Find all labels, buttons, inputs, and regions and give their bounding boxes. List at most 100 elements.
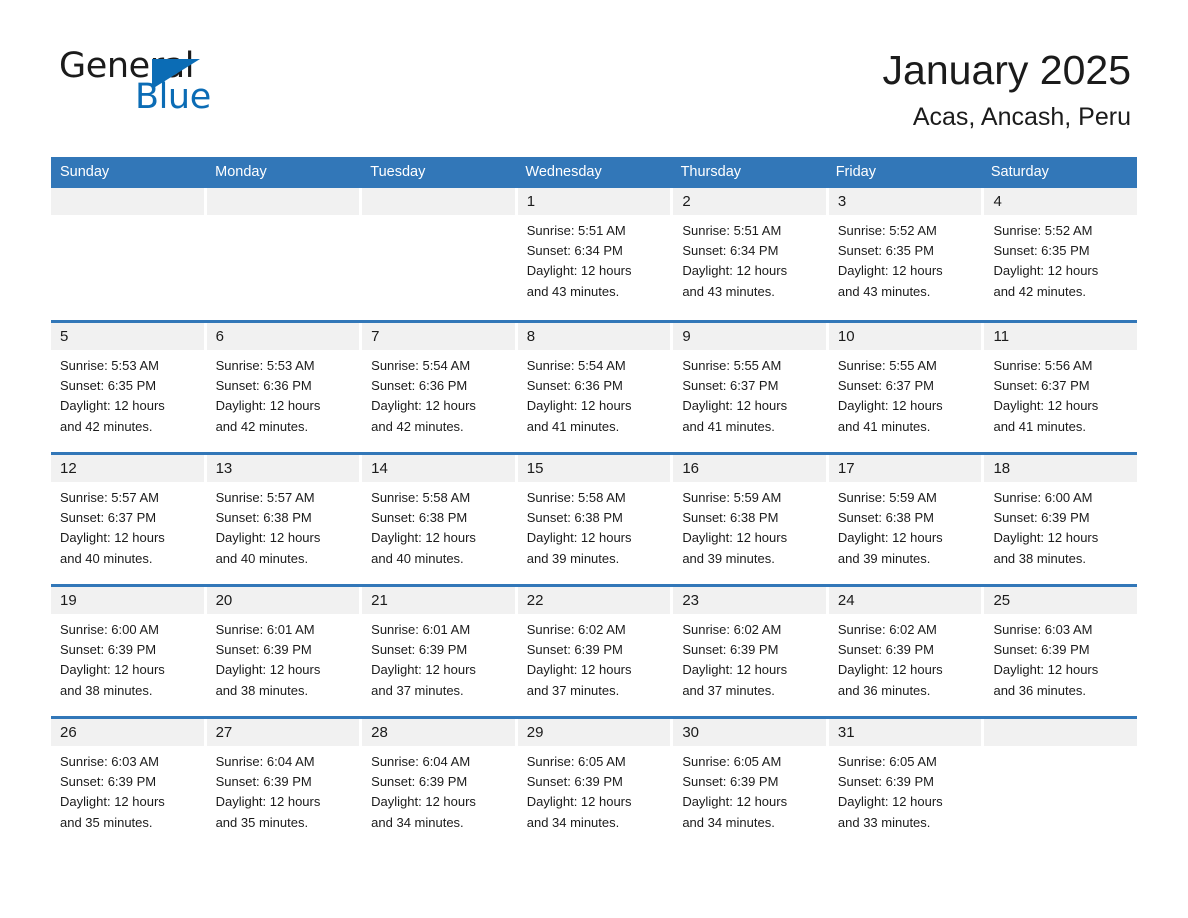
calendar-day-cell[interactable]: 29 Sunrise: 6:05 AM Sunset: 6:39 PM Dayligh… (517, 719, 674, 848)
sunrise-text: Sunrise: 6:05 AM (526, 754, 626, 769)
calendar-day-cell[interactable]: 20 Sunrise: 6:01 AM Sunset: 6:39 PM Dayligh… (206, 587, 363, 716)
weekday-header-saturday: Saturday (990, 164, 1049, 180)
calendar-day-cell[interactable]: 14 Sunrise: 5:58 AM Sunset: 6:38 PM Dayligh… (362, 455, 518, 584)
calendar-day-cell[interactable]: 28 Sunrise: 6:04 AM Sunset: 6:39 PM Dayligh… (362, 719, 518, 848)
day-details: Sunrise: 5:54 AM Sunset: 6:36 PM Daylight:… (362, 350, 515, 437)
sunset-text: Sunset: 6:39 PM (837, 774, 935, 790)
calendar-day-cell[interactable]: 11 Sunrise: 5:56 AM Sunset: 6:37 PM Dayligh… (984, 323, 1138, 452)
calendar-day-cell[interactable]: 31 Sunrise: 6:05 AM Sunset: 6:39 PM Dayligh… (828, 719, 985, 848)
daylight-text-line2: and 37 minutes. (371, 682, 464, 698)
calendar-day-cell[interactable]: 13 Sunrise: 5:57 AM Sunset: 6:38 PM Dayligh… (206, 455, 363, 584)
daylight-text-line1: Daylight: 12 hours (60, 794, 165, 810)
calendar-week-row: 19 Sunrise: 6:00 AM Sunset: 6:39 PM Dayligh… (51, 584, 1138, 716)
sunset-text: Sunset: 6:39 PM (371, 774, 468, 790)
sunset-text: Sunset: 6:37 PM (837, 378, 935, 394)
day-number: 7 (362, 323, 515, 350)
calendar-day-cell[interactable]: 6 Sunrise: 5:53 AM Sunset: 6:36 PM Daylight… (206, 323, 363, 452)
day-details: Sunrise: 5:58 AM Sunset: 6:38 PM Daylight:… (362, 482, 515, 569)
calendar-day-cell-empty (362, 188, 518, 320)
calendar-day-cell[interactable]: 9 Sunrise: 5:55 AM Sunset: 6:37 PM Daylight… (673, 323, 829, 452)
daylight-text-line1: Daylight: 12 hours (371, 794, 476, 810)
daylight-text-line1: Daylight: 12 hours (60, 662, 165, 678)
day-details: Sunrise: 6:04 AM Sunset: 6:39 PM Daylight:… (207, 746, 360, 833)
day-number: 27 (206, 719, 360, 746)
daylight-text-line1: Daylight: 12 hours (371, 530, 476, 546)
calendar-day-cell[interactable]: 16 Sunrise: 5:59 AM Sunset: 6:38 PM Dayligh… (673, 455, 829, 584)
calendar-day-cell[interactable]: 7 Sunrise: 5:54 AM Sunset: 6:36 PM Daylight… (362, 323, 518, 452)
sunrise-text: Sunrise: 5:55 AM (682, 358, 782, 373)
daylight-text-line1: Daylight: 12 hours (837, 530, 943, 546)
daylight-text-line1: Daylight: 12 hours (837, 794, 943, 810)
daylight-text-line2: and 38 minutes. (215, 682, 309, 698)
calendar-day-cell[interactable]: 25 Sunrise: 6:03 AM Sunset: 6:39 PM Dayligh… (984, 587, 1138, 716)
daylight-text-line1: Daylight: 12 hours (837, 662, 943, 678)
calendar-day-cell[interactable]: 27 Sunrise: 6:04 AM Sunset: 6:39 PM Dayligh… (206, 719, 363, 848)
day-number: 16 (673, 455, 826, 482)
calendar-day-cell[interactable]: 21 Sunrise: 6:01 AM Sunset: 6:39 PM Dayligh… (362, 587, 518, 716)
general-blue-logo[interactable]: General Blue (57, 44, 257, 120)
calendar-day-cell[interactable]: 22 Sunrise: 6:02 AM Sunset: 6:39 PM Dayligh… (517, 587, 674, 716)
calendar-day-cell[interactable]: 24 Sunrise: 6:02 AM Sunset: 6:39 PM Dayligh… (828, 587, 985, 716)
calendar-day-cell[interactable]: 12 Sunrise: 5:57 AM Sunset: 6:37 PM Dayligh… (51, 455, 207, 584)
day-number: 29 (517, 719, 671, 746)
sunset-text: Sunset: 6:39 PM (682, 642, 779, 658)
sunrise-text: Sunrise: 5:58 AM (526, 490, 626, 505)
daylight-text-line1: Daylight: 12 hours (682, 398, 788, 414)
weekday-header-sunday: Sunday (60, 164, 110, 180)
calendar-day-cell[interactable]: 26 Sunrise: 6:03 AM Sunset: 6:39 PM Dayligh… (51, 719, 207, 848)
calendar-day-cell[interactable]: 10 Sunrise: 5:55 AM Sunset: 6:37 PM Dayligh… (828, 323, 985, 452)
sunrise-text: Sunrise: 6:01 AM (371, 622, 471, 637)
daylight-text-line2: and 34 minutes. (371, 814, 464, 830)
sunrise-text: Sunrise: 5:52 AM (837, 223, 937, 238)
day-details: Sunrise: 5:57 AM Sunset: 6:38 PM Daylight:… (207, 482, 360, 569)
weekday-header-thursday: Thursday (680, 164, 742, 180)
sunset-text: Sunset: 6:39 PM (993, 510, 1090, 526)
sunset-text: Sunset: 6:38 PM (526, 510, 623, 526)
page-title: January 2025 (882, 47, 1131, 93)
daylight-text-line1: Daylight: 12 hours (215, 398, 321, 414)
daylight-text-line2: and 40 minutes. (60, 550, 153, 566)
daylight-text-line2: and 35 minutes. (60, 814, 153, 830)
sunset-text: Sunset: 6:39 PM (837, 642, 935, 658)
calendar-day-cell[interactable]: 19 Sunrise: 6:00 AM Sunset: 6:39 PM Dayligh… (51, 587, 207, 716)
calendar-day-cell[interactable]: 18 Sunrise: 6:00 AM Sunset: 6:39 PM Dayligh… (984, 455, 1138, 584)
calendar-page: General Blue January 2025 Acas, Ancash, … (0, 0, 1188, 918)
day-details: Sunrise: 6:03 AM Sunset: 6:39 PM Daylight:… (984, 614, 1137, 701)
calendar-day-cell[interactable]: 3 Sunrise: 5:52 AM Sunset: 6:35 PM Daylight… (828, 188, 985, 320)
daylight-text-line1: Daylight: 12 hours (215, 794, 321, 810)
calendar-day-cell[interactable]: 2 Sunrise: 5:51 AM Sunset: 6:34 PM Daylight… (673, 188, 829, 320)
calendar-day-cell[interactable]: 5 Sunrise: 5:53 AM Sunset: 6:35 PM Daylight… (51, 323, 207, 452)
day-details: Sunrise: 5:51 AM Sunset: 6:34 PM Daylight:… (518, 215, 671, 302)
day-details: Sunrise: 5:57 AM Sunset: 6:37 PM Daylight:… (51, 482, 204, 569)
daylight-text-line2: and 35 minutes. (215, 814, 309, 830)
calendar-day-cell[interactable]: 17 Sunrise: 5:59 AM Sunset: 6:38 PM Dayligh… (828, 455, 985, 584)
calendar-week-row: 12 Sunrise: 5:57 AM Sunset: 6:37 PM Dayligh… (51, 452, 1138, 584)
sunrise-text: Sunrise: 6:03 AM (60, 754, 159, 769)
sunset-text: Sunset: 6:37 PM (60, 510, 157, 526)
day-details: Sunrise: 5:51 AM Sunset: 6:34 PM Daylight:… (673, 215, 826, 302)
day-details: Sunrise: 5:52 AM Sunset: 6:35 PM Daylight:… (829, 215, 982, 302)
daylight-text-line2: and 33 minutes. (837, 814, 931, 830)
day-number: 25 (984, 587, 1138, 614)
day-number (362, 188, 515, 215)
day-details: Sunrise: 6:00 AM Sunset: 6:39 PM Daylight:… (51, 614, 204, 701)
daylight-text-line2: and 37 minutes. (526, 682, 620, 698)
sunrise-text: Sunrise: 5:52 AM (993, 223, 1093, 238)
sunset-text: Sunset: 6:39 PM (371, 642, 468, 658)
daylight-text-line1: Daylight: 12 hours (993, 398, 1099, 414)
calendar-day-cell[interactable]: 4 Sunrise: 5:52 AM Sunset: 6:35 PM Daylight… (984, 188, 1138, 320)
calendar-day-cell[interactable]: 23 Sunrise: 6:02 AM Sunset: 6:39 PM Dayligh… (673, 587, 829, 716)
daylight-text-line2: and 38 minutes. (60, 682, 153, 698)
daylight-text-line1: Daylight: 12 hours (682, 530, 788, 546)
daylight-text-line1: Daylight: 12 hours (526, 794, 632, 810)
sunset-text: Sunset: 6:39 PM (526, 642, 623, 658)
day-number: 12 (51, 455, 204, 482)
calendar-day-cell[interactable]: 30 Sunrise: 6:05 AM Sunset: 6:39 PM Dayligh… (673, 719, 829, 848)
sunrise-text: Sunrise: 5:53 AM (215, 358, 315, 373)
day-details: Sunrise: 6:04 AM Sunset: 6:39 PM Daylight:… (362, 746, 515, 833)
daylight-text-line2: and 41 minutes. (682, 418, 775, 434)
calendar-day-cell[interactable]: 8 Sunrise: 5:54 AM Sunset: 6:36 PM Daylight… (517, 323, 674, 452)
calendar-day-cell[interactable]: 15 Sunrise: 5:58 AM Sunset: 6:38 PM Dayligh… (517, 455, 674, 584)
day-number: 4 (984, 188, 1138, 215)
calendar-day-cell[interactable]: 1 Sunrise: 5:51 AM Sunset: 6:34 PM Daylight… (517, 188, 674, 320)
